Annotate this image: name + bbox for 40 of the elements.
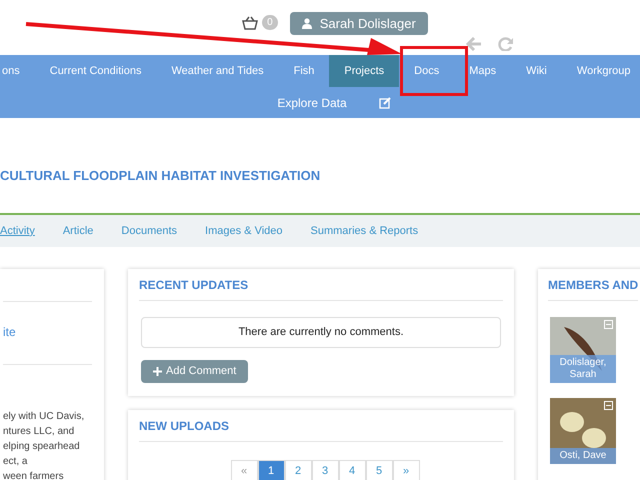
member-name[interactable]: Osti, Dave xyxy=(550,448,616,464)
page-link[interactable]: 5 xyxy=(366,460,392,480)
page-link[interactable]: » xyxy=(392,460,420,480)
nav-item[interactable]: Current Conditions xyxy=(34,55,156,87)
user-icon xyxy=(302,18,312,29)
page-link[interactable]: 4 xyxy=(338,460,366,480)
website-link[interactable]: ite xyxy=(3,325,16,339)
basket-icon[interactable] xyxy=(242,16,258,30)
empty-comments-message: There are currently no comments. xyxy=(141,317,501,348)
back-arrow-icon[interactable] xyxy=(466,37,482,51)
tab[interactable]: Summaries & Reports xyxy=(310,222,418,240)
nav-item[interactable]: Maps xyxy=(454,55,512,87)
nav-item[interactable]: Projects xyxy=(329,55,400,87)
add-comment-button[interactable]: Add Comment xyxy=(141,360,248,383)
tab[interactable]: Article xyxy=(62,222,94,240)
project-title: CULTURAL FLOODPLAIN HABITAT INVESTIGATION xyxy=(0,166,320,185)
page-link[interactable]: 2 xyxy=(284,460,312,480)
tab[interactable]: Documents xyxy=(121,222,178,240)
nav-item[interactable]: Wiki xyxy=(511,55,562,87)
card-title: RECENT UPDATES xyxy=(139,276,248,294)
edit-icon[interactable] xyxy=(378,96,391,108)
nav-item[interactable]: Docs xyxy=(399,55,454,87)
member-name[interactable]: Dolislager, Sarah xyxy=(550,355,616,383)
nav-item[interactable]: Fish xyxy=(278,55,330,87)
cart-count-badge: 0 xyxy=(262,15,278,30)
nav-item[interactable]: Workgroup xyxy=(562,55,640,87)
page-link[interactable]: 1 xyxy=(258,460,284,480)
card-title: MEMBERS AND xyxy=(548,276,638,294)
nav-item[interactable]: Weather and Tides xyxy=(156,55,279,87)
tab[interactable]: Activity xyxy=(0,222,35,240)
project-description: ely with UC Davis, ntures LLC, and elping spearhead ect, a ween farmers xyxy=(3,410,86,480)
page-link[interactable]: 3 xyxy=(312,460,338,480)
tab[interactable]: Images & Video xyxy=(205,222,283,240)
plus-icon xyxy=(153,367,162,376)
card-title: NEW UPLOADS xyxy=(139,418,229,434)
nav-item[interactable]: Explore Data xyxy=(277,94,347,112)
minus-icon[interactable] xyxy=(604,401,613,410)
user-button[interactable]: Sarah Dolislager xyxy=(290,12,428,35)
highlight-box xyxy=(400,46,468,96)
nav-item[interactable]: ons xyxy=(0,55,35,87)
